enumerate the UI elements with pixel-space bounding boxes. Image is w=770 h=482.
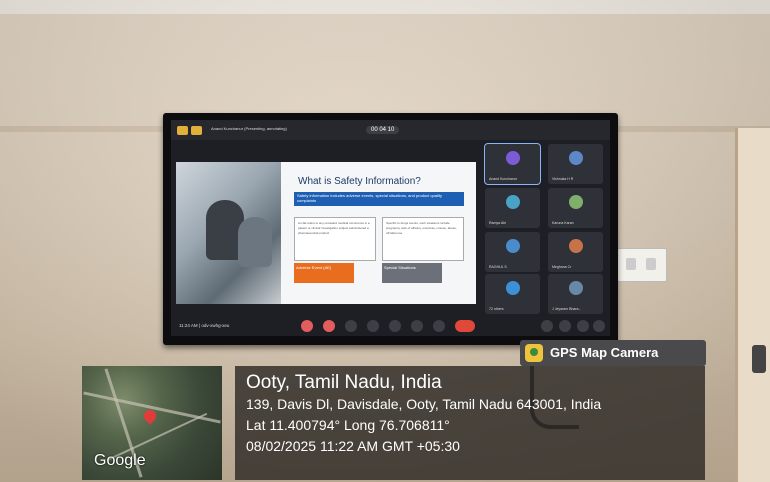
avatar (569, 195, 583, 209)
location-coords: Lat 11.400794° Long 76.706811° (246, 417, 450, 433)
map-thumbnail: Google (82, 366, 222, 480)
emoji-button[interactable] (367, 320, 379, 332)
slide-box-right: Specific to drugs events, such situation… (382, 217, 464, 261)
participant-tile[interactable]: Ramya Abi (485, 188, 540, 228)
app-name: GPS Map Camera (550, 345, 659, 360)
chat-button[interactable] (577, 320, 589, 332)
avatar (506, 239, 520, 253)
participant-name: J Jeyaram Bhara... (552, 307, 582, 311)
door (735, 128, 770, 482)
recording-timer: 00 04 10 (366, 126, 400, 134)
participant-tile[interactable]: Vishnuka H R (548, 144, 603, 184)
participant-tile[interactable]: Meghana Cr (548, 232, 603, 272)
slide-title: What is Safety Information? (298, 176, 421, 187)
special-situations-label: Special Situations (382, 263, 442, 283)
participant-name: Ramya Abi (489, 221, 506, 225)
presenting-label: Anand Kunchanur (Presenting, annotating) (211, 126, 287, 131)
more-options-button[interactable] (433, 320, 445, 332)
participant-tile[interactable]: 72 others (485, 274, 540, 314)
participant-name: Meghana Cr (552, 265, 572, 269)
captions-button[interactable] (345, 320, 357, 332)
present-button[interactable] (389, 320, 401, 332)
slide-photo (176, 162, 281, 304)
slide-box-left: An AE refers to any untoward medical occ… (294, 217, 376, 261)
location-address: 139, Davis Dl, Davisdale, Ooty, Tamil Na… (246, 396, 602, 412)
participant-name: Karuna Karan (552, 221, 574, 225)
participant-name: Anand Kunchanur (489, 177, 518, 181)
location-datetime: 08/02/2025 11:22 AM GMT +05:30 (246, 438, 460, 454)
avatar (506, 151, 520, 165)
avatar (506, 281, 520, 295)
location-title: Ooty, Tamil Nadu, India (246, 372, 442, 393)
reaction-chip (191, 126, 202, 135)
tv-screen: Anand Kunchanur (Presenting, annotating)… (171, 120, 610, 336)
avatar (569, 151, 583, 165)
reaction-chip (177, 126, 188, 135)
mic-button[interactable] (301, 320, 313, 332)
leave-call-button[interactable] (455, 320, 475, 332)
meeting-clock: 11:24 AM | odv-xwhg-xeu (179, 323, 230, 328)
adverse-event-label: Adverse Event (AE) (294, 263, 354, 283)
person-figure (238, 217, 272, 267)
raise-hand-button[interactable] (411, 320, 423, 332)
participant-tile[interactable]: J Jeyaram Bhara... (548, 274, 603, 314)
location-info-panel: Ooty, Tamil Nadu, India 139, Davis Dl, D… (235, 366, 705, 480)
participant-tile[interactable]: Anand Kunchanur (484, 143, 541, 185)
info-button[interactable] (541, 320, 553, 332)
map-brand: Google (94, 452, 146, 469)
avatar (569, 281, 583, 295)
participant-tile[interactable]: RAGHUL S (485, 232, 540, 272)
avatar (569, 239, 583, 253)
map-pin-icon (525, 344, 543, 362)
slide-subtitle: Safety information includes adverse even… (294, 192, 464, 206)
avatar (506, 195, 520, 209)
meeting-controls: 11:24 AM | odv-xwhg-xeu (171, 316, 610, 336)
people-button[interactable] (559, 320, 571, 332)
door-handle (752, 345, 766, 373)
activities-button[interactable] (593, 320, 605, 332)
television: Anand Kunchanur (Presenting, annotating)… (163, 113, 618, 345)
participant-tile[interactable]: Karuna Karan (548, 188, 603, 228)
app-badge: GPS Map Camera (520, 340, 706, 366)
presentation-slide: What is Safety Information? Safety infor… (176, 162, 476, 304)
participant-name: RAGHUL S (489, 265, 507, 269)
wall-socket (617, 248, 667, 282)
participant-name: 72 others (489, 307, 504, 311)
camera-button[interactable] (323, 320, 335, 332)
meeting-topbar: Anand Kunchanur (Presenting, annotating)… (171, 120, 610, 140)
participant-name: Vishnuka H R (552, 177, 574, 181)
